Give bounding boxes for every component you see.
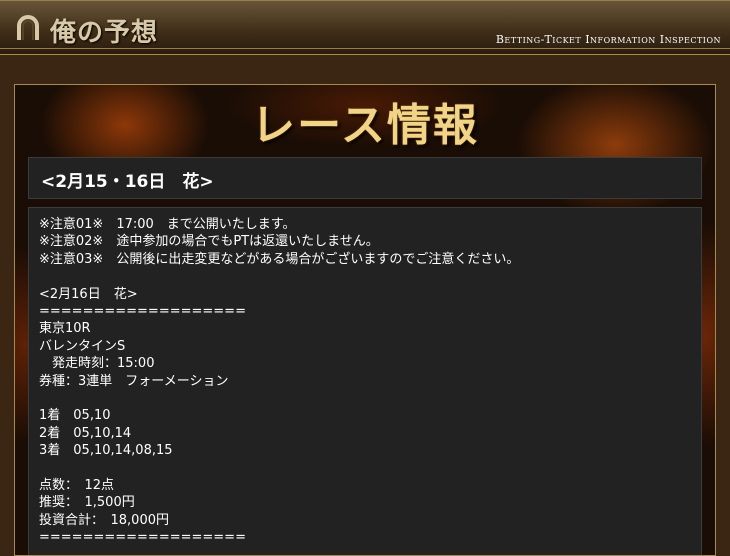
race-date-line: <2月16日 花> xyxy=(39,286,138,302)
race-section-heading: <2月15・16日 花> xyxy=(28,157,702,199)
notice-line: ※注意01※ 17:00 まで公開いたします。 xyxy=(39,217,296,232)
points-line: 点数： 12点 xyxy=(39,477,115,493)
header-divider xyxy=(0,48,730,49)
separator-line: =================== xyxy=(39,303,246,319)
race-section-heading-text: <2月15・16日 花> xyxy=(41,172,214,192)
notice-line: ※注意03※ 公開後に出走変更などがある場合がございますのでご注意ください。 xyxy=(39,251,520,267)
race-venue-line: 東京10R xyxy=(39,321,91,337)
third-place-line: 3着 05,10,14,08,15 xyxy=(39,443,173,459)
ticket-type-line: 券種：3連単 フォーメーション xyxy=(39,373,229,389)
race-name-line: バレンタインS xyxy=(39,338,126,354)
race-info-panel: レース情報 <2月15・16日 花> ※注意01※ 17:00 まで公開いたしま… xyxy=(14,84,716,556)
recommended-line: 推奨： 1,500円 xyxy=(39,495,135,511)
site-title[interactable]: 俺の予想 xyxy=(50,12,158,49)
separator-line: =================== xyxy=(39,530,246,546)
horseshoe-icon xyxy=(17,15,39,40)
race-details-box: ※注意01※ 17:00 まで公開いたします。 ※注意02※ 途中参加の場合でも… xyxy=(28,207,702,555)
start-time-line: 発走時刻：15:00 xyxy=(39,356,155,372)
site-tagline: Betting-Ticket Information Inspection xyxy=(495,33,721,46)
site-header: 俺の予想 Betting-Ticket Information Inspecti… xyxy=(0,0,730,55)
notice-line: ※注意02※ 途中参加の場合でもPTは返還いたしません。 xyxy=(39,234,379,250)
first-place-line: 1着 05,10 xyxy=(39,408,111,424)
total-investment-line: 投資合計： 18,000円 xyxy=(39,512,169,528)
banner-title: レース情報 xyxy=(251,100,479,151)
second-place-line: 2着 05,10,14 xyxy=(39,425,132,441)
